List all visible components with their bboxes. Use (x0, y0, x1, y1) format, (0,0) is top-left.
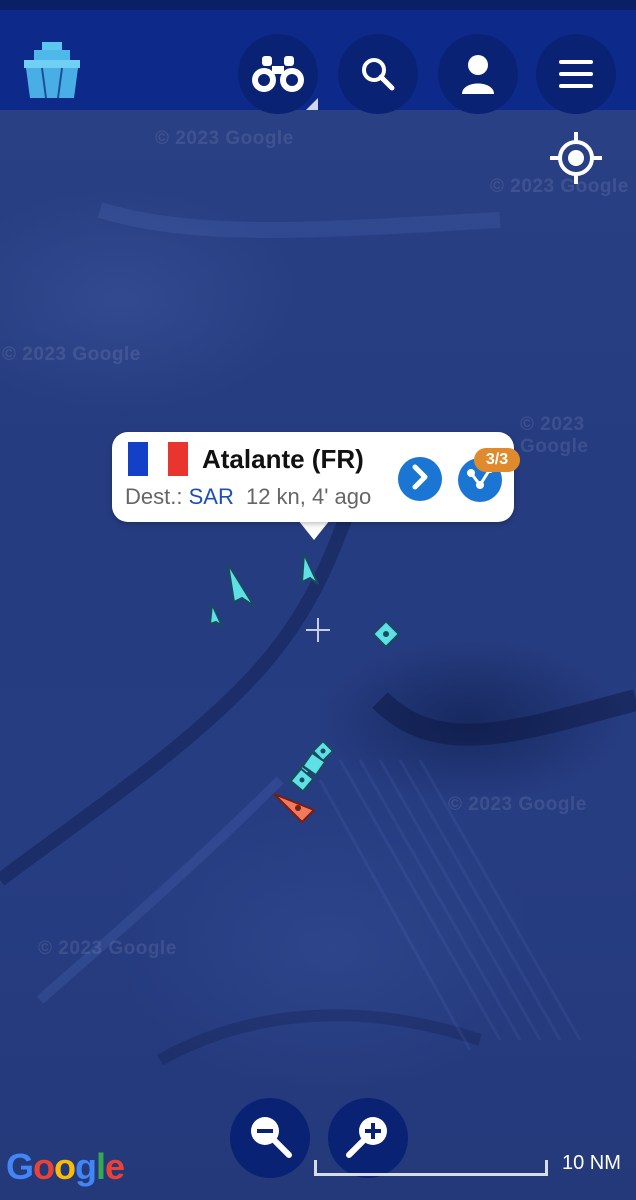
user-icon (460, 54, 496, 94)
destination-label: Dest.: (125, 484, 183, 509)
destination-value[interactable]: SAR (189, 484, 234, 509)
vessel-count-badge: 3/3 (474, 448, 520, 472)
binoculars-button[interactable] (238, 34, 318, 114)
google-attribution-logo: Google (6, 1146, 125, 1187)
vessel-marker[interactable] (222, 560, 262, 610)
map-watermark: © 2023 Google (38, 938, 177, 959)
own-vessel-marker[interactable] (272, 790, 318, 824)
dropdown-corner-icon (306, 98, 318, 110)
map-watermark: © 2023 Google (448, 794, 587, 815)
speed-age-text: 12 kn, 4' ago (245, 484, 372, 509)
vessel-marker[interactable] (206, 602, 226, 630)
zoom-out-button[interactable] (230, 1098, 310, 1178)
account-button[interactable] (438, 34, 518, 114)
locate-icon (548, 132, 604, 190)
chevron-right-icon (410, 464, 430, 495)
menu-button[interactable] (536, 34, 616, 114)
map-view[interactable]: © 2023 Google © 2023 Google © 2023 Googl… (0, 0, 636, 1200)
map-watermark: © 2023 Google (155, 128, 294, 149)
search-button[interactable] (338, 34, 418, 114)
vessel-details-button[interactable] (398, 457, 442, 501)
binoculars-icon (250, 54, 306, 94)
map-watermark: © 2023 Google (2, 344, 141, 365)
zoom-out-icon (247, 1113, 293, 1164)
vessel-marker-selected[interactable] (298, 552, 324, 588)
ship-logo-icon[interactable] (20, 40, 84, 100)
scale-label: 10 NM (562, 1152, 621, 1174)
map-watermark: © 2023 Google (520, 414, 589, 457)
scale-bar (314, 1160, 548, 1176)
stationary-vessel-marker[interactable] (372, 620, 400, 648)
crosshair-icon (306, 618, 330, 642)
flag-stripe (148, 442, 168, 476)
zoom-in-icon (345, 1113, 391, 1164)
hamburger-menu-icon (559, 60, 593, 88)
locate-button[interactable] (548, 130, 604, 186)
flag-icon (128, 442, 188, 476)
top-bar (0, 0, 636, 114)
popup-tail (298, 520, 330, 540)
flag-stripe (128, 442, 148, 476)
search-icon (360, 56, 396, 92)
vessel-popup[interactable]: Atalante (FR) Dest.: SAR 12 kn, 4' ago 3… (112, 432, 520, 522)
vessel-name[interactable]: Atalante (FR) (202, 444, 364, 475)
vessel-info: Dest.: SAR 12 kn, 4' ago (125, 484, 371, 510)
flag-stripe (168, 442, 188, 476)
vessel-cluster[interactable] (284, 738, 344, 798)
